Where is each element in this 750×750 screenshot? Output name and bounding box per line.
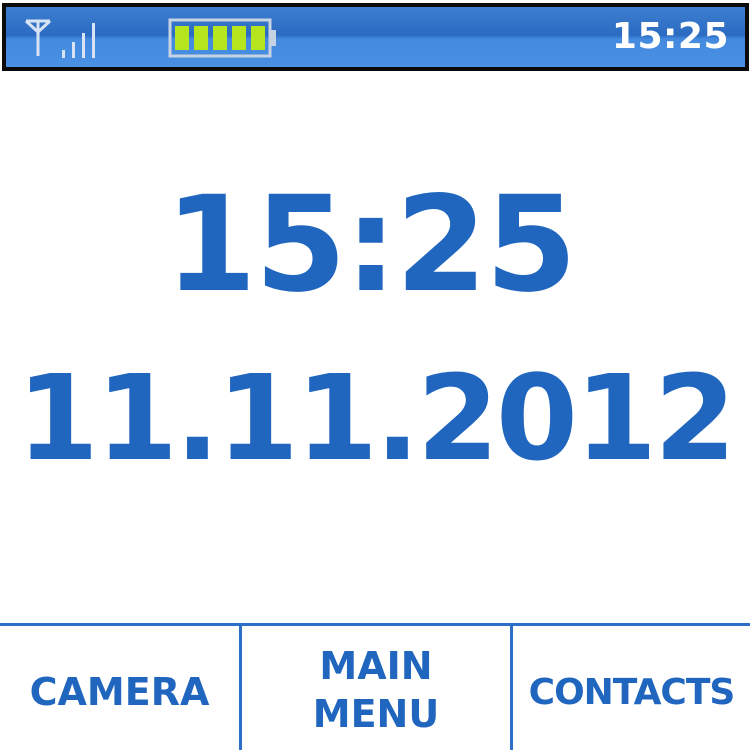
camera-softkey-label: CAMERA [29, 670, 210, 714]
battery-cell [213, 26, 227, 50]
status-bar: 15:25 [2, 3, 749, 71]
battery-cell [251, 26, 265, 50]
camera-softkey[interactable]: CAMERA [0, 626, 239, 750]
softkey-bar: CAMERA MAIN MENU CONTACTS [0, 623, 750, 750]
clock-time: 15:25 [164, 168, 577, 322]
clock-date: 11.11.2012 [16, 349, 737, 487]
battery-icon [168, 18, 276, 58]
phone-home-screen: 15:25 15:25 11.11.2012 CAMERA MAIN MENU … [0, 0, 750, 750]
main-menu-label-line2: MENU [312, 692, 440, 736]
main-menu-softkey[interactable]: MAIN MENU [242, 626, 510, 750]
status-bar-time: 15:25 [611, 16, 729, 57]
battery-cell [194, 26, 208, 50]
battery-cell [232, 26, 246, 50]
battery-level-cells [175, 26, 265, 50]
signal-strength-icon [62, 23, 95, 58]
antenna-icon [24, 19, 52, 56]
contacts-softkey-label: CONTACTS [528, 671, 736, 713]
contacts-softkey[interactable]: CONTACTS [513, 626, 750, 750]
battery-cell [175, 26, 189, 50]
main-menu-label-line1: MAIN [319, 644, 433, 688]
